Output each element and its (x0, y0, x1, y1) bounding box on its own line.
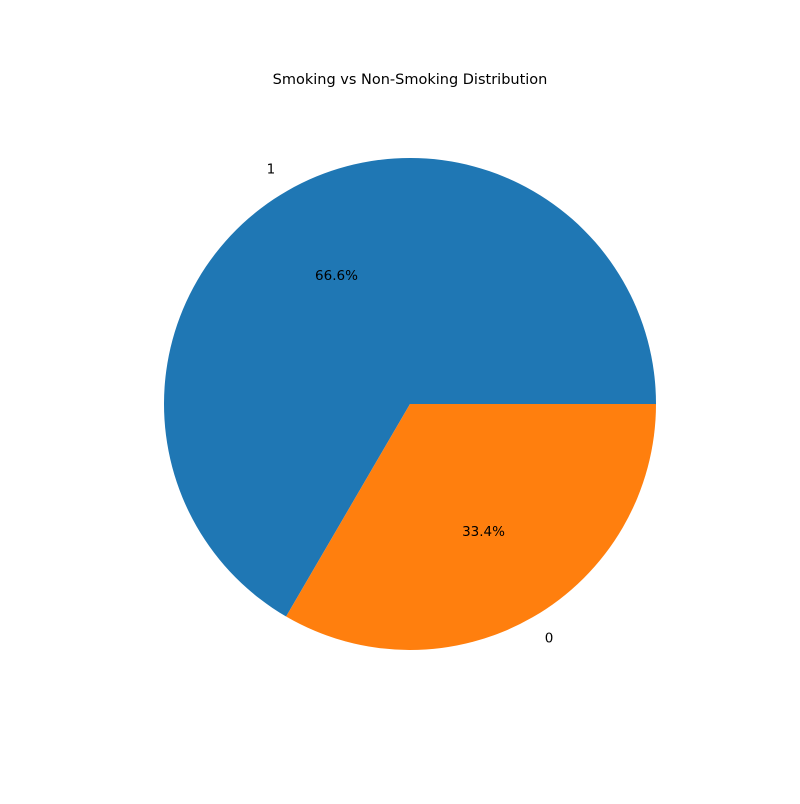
pie-chart: 1 66.6% 0 33.4% (163, 157, 656, 650)
slice-label-0: 0 (545, 631, 554, 647)
slice-percent-1: 66.6% (315, 268, 358, 284)
slice-label-1: 1 (267, 161, 276, 177)
slice-percent-0: 33.4% (462, 524, 505, 540)
pie-chart-figure: Smoking vs Non-Smoking Distribution 1 66.… (0, 0, 800, 800)
chart-title: Smoking vs Non-Smoking Distribution (272, 72, 548, 88)
